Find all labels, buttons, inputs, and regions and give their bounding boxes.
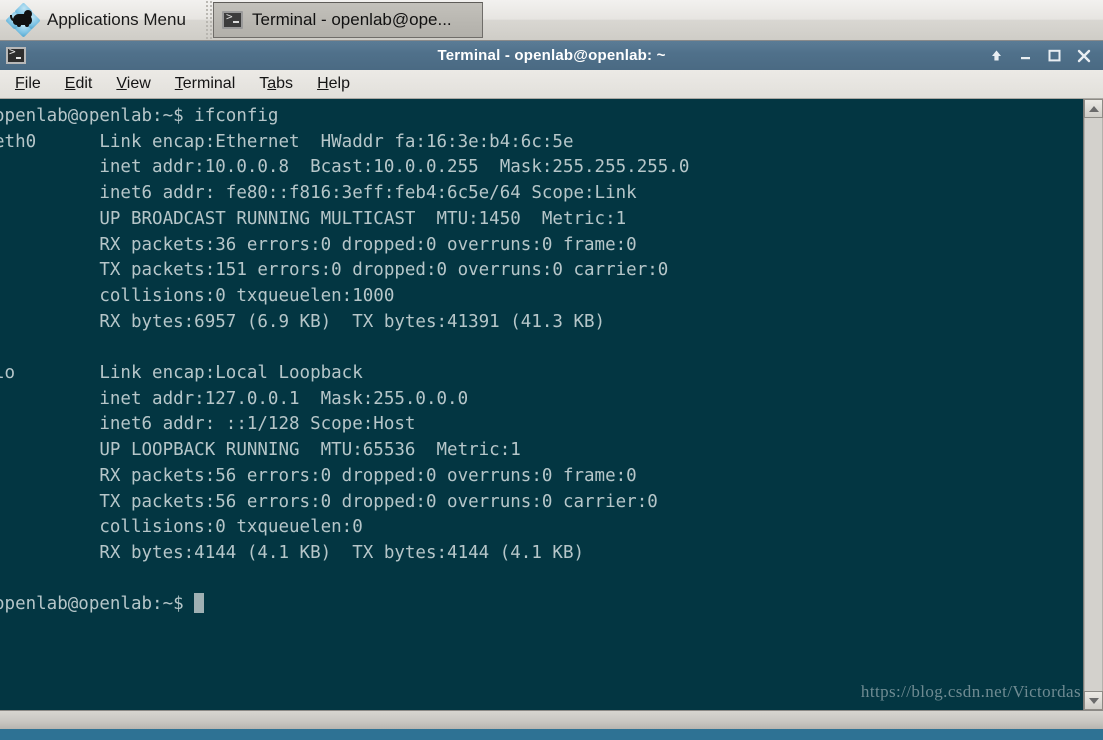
terminal-output-area[interactable]: openlab@openlab:~$ ifconfig eth0 Link en… [0, 99, 1083, 710]
terminal-icon [6, 45, 26, 64]
menu-terminal[interactable]: Terminal [166, 73, 244, 95]
triangle-up-icon [1088, 105, 1099, 112]
terminal-text: openlab@openlab:~$ ifconfig eth0 Link en… [0, 104, 689, 618]
terminal-cursor [194, 593, 205, 614]
xfce-mouse-logo-icon [5, 2, 41, 38]
scrollbar-down-button[interactable] [1084, 691, 1103, 710]
terminal-scrollbar[interactable] [1083, 99, 1103, 710]
menu-file[interactable]: File [6, 73, 50, 95]
terminal-body: openlab@openlab:~$ ifconfig eth0 Link en… [0, 99, 1103, 710]
xfce-panel: Applications Menu Terminal - openlab@ope… [0, 0, 1103, 41]
menu-help[interactable]: Help [308, 73, 359, 95]
scrollbar-up-button[interactable] [1084, 99, 1103, 118]
minimize-window-button[interactable] [1018, 48, 1033, 63]
shade-window-button[interactable] [989, 48, 1004, 63]
taskbar-item-terminal[interactable]: Terminal - openlab@ope... [213, 2, 483, 38]
terminal-prompt: openlab@openlab:~$ [0, 594, 195, 615]
window-titlebar[interactable]: Terminal - openlab@openlab: ~ [0, 41, 1103, 70]
menu-edit[interactable]: Edit [56, 73, 102, 95]
close-window-button[interactable] [1076, 48, 1091, 63]
menu-tabs[interactable]: Tabs [250, 73, 302, 95]
panel-separator [205, 0, 213, 40]
menu-view[interactable]: View [107, 73, 159, 95]
triangle-down-icon [1088, 697, 1099, 704]
taskbar-item-label: Terminal - openlab@ope... [252, 10, 452, 29]
terminal-window: Terminal - openlab@openlab: ~ [0, 41, 1103, 729]
menubar: File Edit View Terminal Tabs Help [0, 70, 1103, 99]
maximize-window-button[interactable] [1047, 48, 1062, 63]
desktop-background-strip [0, 729, 1103, 740]
scrollbar-track[interactable] [1084, 118, 1103, 691]
desktop-screen: Applications Menu Terminal - openlab@ope… [0, 0, 1103, 740]
terminal-icon [222, 10, 243, 29]
window-bottom-frame [0, 710, 1103, 729]
applications-menu-label: Applications Menu [47, 10, 186, 29]
terminal-scrollback: openlab@openlab:~$ ifconfig eth0 Link en… [0, 106, 690, 563]
window-title: Terminal - openlab@openlab: ~ [437, 47, 666, 64]
watermark-text: https://blog.csdn.net/Victordas [860, 682, 1081, 701]
window-controls [989, 48, 1097, 63]
applications-menu-button[interactable]: Applications Menu [0, 0, 205, 40]
